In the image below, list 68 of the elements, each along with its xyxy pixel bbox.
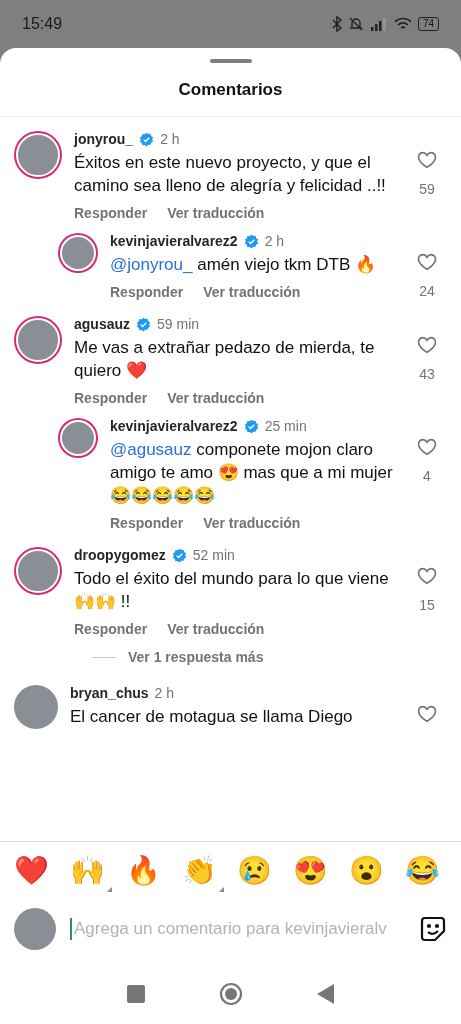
mention-link[interactable]: @jonyrou_ [110, 255, 193, 274]
verified-badge-icon [243, 233, 259, 249]
drag-handle[interactable] [209, 59, 252, 63]
comment-text: @jonyrou_ amén viejo tkm DTB 🔥 [110, 254, 377, 276]
comment-time: 2 h [154, 685, 175, 701]
username[interactable]: droopygomez [74, 547, 166, 563]
comment-text: Me vas a extrañar pedazo de mierda, te quiero ❤ [74, 337, 376, 382]
username[interactable]: kevinjavieralvarez2 [110, 233, 238, 249]
signal-icon [369, 17, 388, 31]
like-count: 24 [419, 283, 435, 299]
emoji-reaction-button[interactable]: ❤ [14, 854, 56, 892]
sticker-icon[interactable] [419, 915, 447, 943]
like-count: 43 [419, 366, 435, 382]
reply-button[interactable]: Responder [74, 390, 148, 406]
verified-badge-icon [139, 131, 155, 147]
heart-icon[interactable] [416, 565, 438, 587]
comment-text: @agusauz componete mojon claro amigo te amo 😍 mas que a mi mujer 😂😂😂😂😂 [110, 439, 394, 507]
comment-text: El cancer de motagua se llama Diego [70, 706, 354, 728]
avatar [14, 908, 56, 950]
comment-time: 59 min [157, 316, 200, 332]
reply-button[interactable]: Responder [110, 515, 184, 531]
verified-badge-icon [243, 418, 259, 434]
avatar[interactable] [14, 685, 58, 729]
comment-time: 52 min [192, 547, 235, 563]
reply-button[interactable]: Responder [74, 205, 148, 221]
mention-link[interactable]: @agusauz [110, 440, 192, 459]
bluetooth-icon [331, 16, 342, 32]
avatar[interactable] [16, 133, 60, 177]
heart-icon[interactable] [416, 251, 438, 273]
translate-button[interactable]: Ver traducción [167, 205, 265, 221]
comment-text: Éxitos en este nuevo proyecto, y que el camino sea lleno de alegría y felicidad ..!! [74, 152, 387, 197]
status-time: 15:49 [22, 15, 63, 33]
translate-button[interactable]: Ver traducción [203, 284, 301, 300]
avatar[interactable] [16, 549, 60, 593]
heart-icon[interactable] [416, 436, 438, 458]
heart-icon[interactable] [416, 703, 438, 725]
comment-time: 2 h [160, 131, 180, 147]
username[interactable]: kevinjavieralvarez2 [110, 418, 238, 434]
bell-muted-icon [347, 16, 364, 32]
wifi-icon [393, 17, 412, 31]
avatar[interactable] [60, 420, 96, 456]
reply-button[interactable]: Responder [74, 621, 148, 637]
avatar[interactable] [16, 318, 60, 362]
back-icon[interactable] [316, 984, 335, 1004]
recents-icon[interactable] [126, 985, 145, 1003]
reply-button[interactable]: Responder [110, 284, 184, 300]
emoji-reaction-button[interactable]: 🔥 [125, 854, 168, 892]
like-count: 4 [423, 468, 431, 484]
comment-text: Todo el éxito del mundo para lo que viene 🙌🙌 !! [74, 568, 390, 613]
username[interactable]: jonyrou_ [74, 131, 134, 147]
username[interactable]: agusauz [74, 316, 130, 332]
translate-button[interactable]: Ver traducción [167, 390, 265, 406]
battery-indicator: 74 [417, 17, 439, 31]
username[interactable]: bryan_chus [70, 685, 149, 701]
like-count: 59 [419, 181, 435, 197]
heart-icon[interactable] [416, 149, 438, 171]
translate-button[interactable]: Ver traducción [203, 515, 301, 531]
verified-badge-icon [136, 316, 151, 332]
like-count: 15 [419, 597, 435, 613]
comment-time: 25 min [264, 418, 307, 434]
comment-time: 2 h [264, 233, 285, 249]
view-more-replies-button[interactable]: Ver 1 respuesta más [128, 649, 264, 665]
home-icon[interactable] [218, 982, 243, 1006]
heart-icon[interactable] [416, 334, 438, 356]
avatar[interactable] [60, 235, 96, 271]
verified-badge-icon [171, 547, 187, 563]
translate-button[interactable]: Ver traducción [167, 621, 265, 637]
sheet-title: Comentarios [0, 63, 461, 117]
